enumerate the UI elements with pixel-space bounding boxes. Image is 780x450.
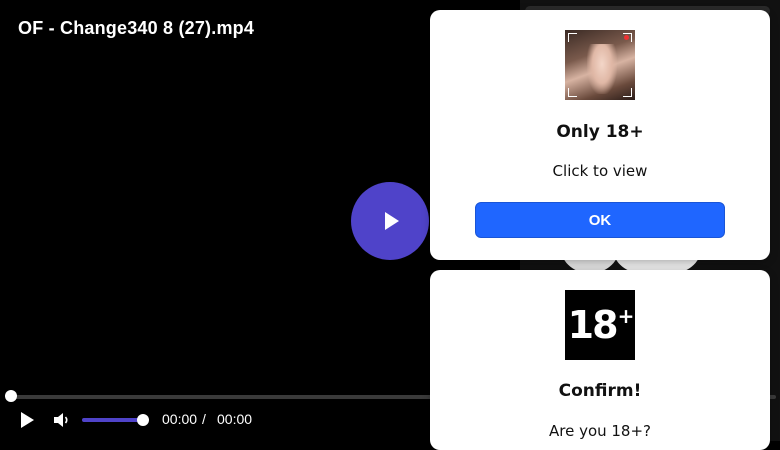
play-button[interactable]	[16, 409, 38, 431]
big-play-button[interactable]	[351, 182, 429, 260]
volume-slider[interactable]	[82, 418, 144, 422]
ok-button[interactable]: OK	[475, 202, 725, 238]
duration: 00:00	[217, 411, 253, 427]
current-time: 00:00	[162, 411, 198, 427]
badge-plus: +	[617, 304, 635, 328]
video-title: OF - Change340 8 (27).mp4	[18, 18, 255, 38]
play-icon	[21, 412, 34, 428]
popup-title: Only 18+	[556, 122, 644, 142]
age-gate-popup: Only 18+ Click to view OK	[430, 10, 770, 260]
progress-handle[interactable]	[5, 390, 17, 402]
popup-message: Click to view	[552, 162, 648, 180]
confirm-title: Confirm!	[558, 381, 642, 401]
age-18-badge-icon: 18 +	[565, 290, 635, 360]
volume-handle[interactable]	[137, 414, 149, 426]
preview-thumbnail[interactable]	[565, 30, 635, 100]
play-icon	[385, 212, 399, 230]
mute-button[interactable]	[51, 410, 73, 430]
confirm-popup: 18 + Confirm! Are you 18+?	[430, 270, 770, 450]
confirm-message: Are you 18+?	[548, 422, 652, 440]
time-separator: /	[202, 411, 206, 427]
volume-icon	[54, 413, 68, 427]
badge-number: 18	[567, 303, 619, 347]
